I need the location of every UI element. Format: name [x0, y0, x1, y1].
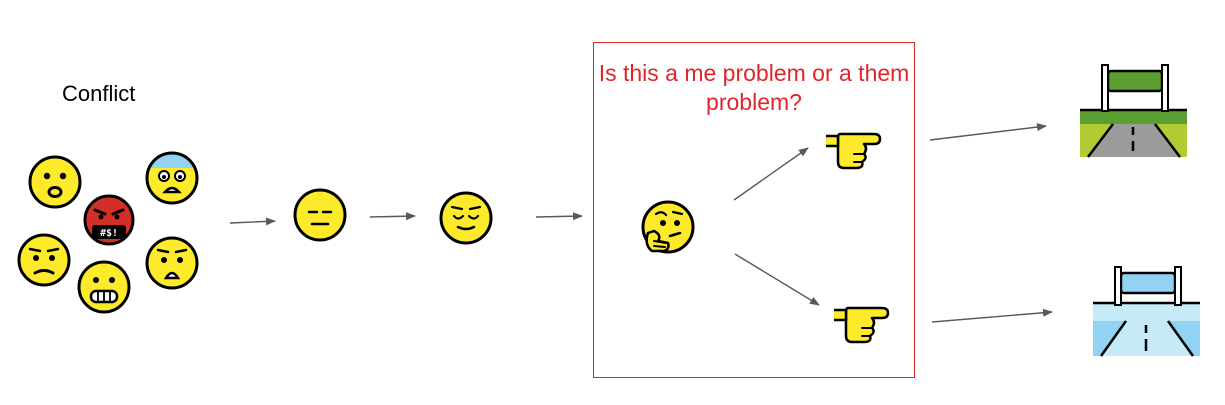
anxious-face-icon	[145, 151, 199, 205]
question-box: Is this a me problem or a them problem?	[593, 42, 915, 378]
arrow-to-road-water	[931, 308, 1053, 323]
conflict-label: Conflict	[62, 81, 136, 106]
confused-face-icon	[17, 233, 71, 287]
expressionless-face-icon	[293, 188, 347, 242]
cursing-face-icon: #$!	[83, 194, 135, 246]
grimacing-face-icon	[77, 260, 131, 314]
hushed-face-icon	[145, 236, 199, 290]
relieved-face-icon	[439, 191, 493, 245]
road-grass-icon	[1080, 64, 1187, 158]
arrow-to-road-grass	[929, 123, 1047, 141]
question-text: Is this a me problem or a them problem?	[598, 60, 910, 115]
road-water-icon	[1093, 266, 1200, 357]
arrow-relieved-to-question	[535, 212, 583, 221]
svg-text:#$!: #$!	[100, 228, 118, 239]
arrow-neutral-to-relieved	[369, 212, 416, 221]
frowning-face-icon	[28, 155, 82, 209]
arrow-conflict-to-neutral	[229, 217, 276, 226]
